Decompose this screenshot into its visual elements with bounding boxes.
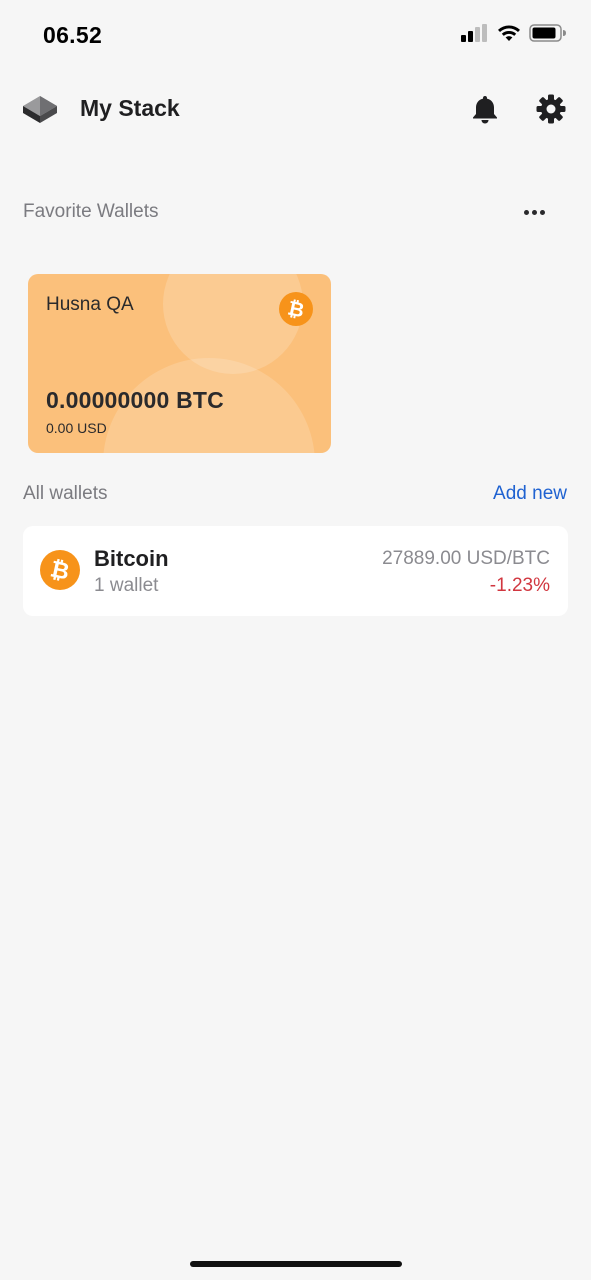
more-horizontal-icon xyxy=(523,209,529,215)
all-wallets-label: All wallets xyxy=(23,483,108,504)
asset-wallet-count: 1 wallet xyxy=(94,575,159,596)
favorites-more-button[interactable] xyxy=(518,198,550,226)
wallet-name: Husna QA xyxy=(46,294,134,315)
favorite-wallet-card[interactable]: Husna QA ₿ 0.00000000 BTC 0.00 USD xyxy=(28,274,331,453)
bitcoin-icon: ₿ xyxy=(279,292,313,326)
wallet-fiat-balance: 0.00 USD xyxy=(46,420,107,436)
battery-icon xyxy=(529,24,566,42)
notifications-button[interactable] xyxy=(470,93,500,125)
bitcoin-icon: ₿ xyxy=(40,550,80,590)
home-indicator[interactable] xyxy=(190,1261,402,1267)
settings-button[interactable] xyxy=(535,93,567,125)
status-icons xyxy=(461,24,567,42)
signal-icon xyxy=(461,24,487,42)
add-new-wallet-link[interactable]: Add new xyxy=(493,483,567,505)
more-dot xyxy=(539,209,545,215)
status-time: 06.52 xyxy=(43,22,103,48)
gear-icon xyxy=(536,94,566,124)
stack-logo-icon xyxy=(23,96,57,123)
asset-price: 27889.00 USD/BTC xyxy=(382,548,550,569)
asset-name: Bitcoin xyxy=(94,546,169,571)
wallet-balance: 0.00000000 BTC xyxy=(46,387,224,413)
more-dot xyxy=(531,209,537,215)
wifi-icon xyxy=(498,25,520,41)
asset-price-change: -1.23% xyxy=(489,575,550,596)
favorite-wallets-label: Favorite Wallets xyxy=(23,201,159,222)
bell-icon xyxy=(473,96,497,124)
screen: 06.52 My Stack Favorite Wallets Husna QA… xyxy=(0,0,591,1280)
asset-row-bitcoin[interactable]: ₿ Bitcoin 1 wallet 27889.00 USD/BTC -1.2… xyxy=(23,526,568,616)
page-title: My Stack xyxy=(80,95,180,121)
